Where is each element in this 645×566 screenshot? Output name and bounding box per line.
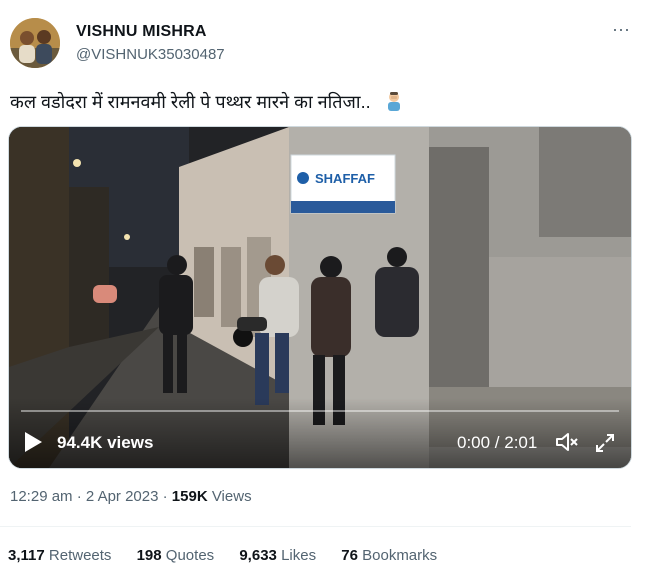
tweet-views-label: Views [211,488,252,505]
likes-count: 9,633 [239,547,277,564]
meta-separator: · [76,488,82,505]
bookmarks-label: Bookmarks [362,547,438,564]
author-display-name[interactable]: VISHNU MISHRA [76,23,207,41]
avatar[interactable] [10,18,60,68]
bookmarks-count: 76 [341,547,358,564]
tweet-text-content: कल वडोदरा में रामनवमी रेली पे पथ्थर मारन… [10,92,371,112]
retweets-stat[interactable]: 3,117 Retweets [8,547,111,564]
likes-stat[interactable]: 9,633 Likes [239,547,316,564]
quotes-count: 198 [136,547,162,564]
video-views-count: 94.4K views [57,433,154,452]
tweet-date[interactable]: 2 Apr 2023 [86,488,159,505]
meta-separator-2: · [162,488,168,505]
video-player[interactable]: SHAFFAF 94.4K views 0:00 / 2:01 [8,126,632,469]
shop-sign-text: SHAFFAF [315,171,375,186]
tweet-meta: 12:29 am · 2 Apr 2023 · 159K Views [10,488,252,505]
quotes-label: Quotes [165,547,215,564]
divider [0,526,631,527]
likes-label: Likes [281,547,317,564]
video-progress-bar[interactable] [21,410,619,412]
tweet-time[interactable]: 12:29 am [10,488,73,505]
play-icon[interactable] [23,431,43,453]
tweet-text: कल वडोदरा में रामनवमी रेली पे पथ्थर मारन… [10,90,403,114]
tweet-views-count: 159K [171,488,208,505]
engagement-stats: 3,117 Retweets 198 Quotes 9,633 Likes 76… [8,547,458,564]
quotes-stat[interactable]: 198 Quotes [137,547,215,564]
person-facepalming-emoji-icon [385,91,403,111]
fullscreen-icon[interactable] [595,433,615,453]
retweets-label: Retweets [48,547,112,564]
retweets-count: 3,117 [8,547,45,564]
volume-icon[interactable] [555,431,579,453]
more-options-icon[interactable]: ··· [611,20,631,42]
author-handle[interactable]: @VISHNUK35030487 [76,46,225,63]
video-time: 0:00 / 2:01 [457,433,538,452]
avatar-image [10,18,60,68]
bookmarks-stat[interactable]: 76 Bookmarks [341,547,437,564]
